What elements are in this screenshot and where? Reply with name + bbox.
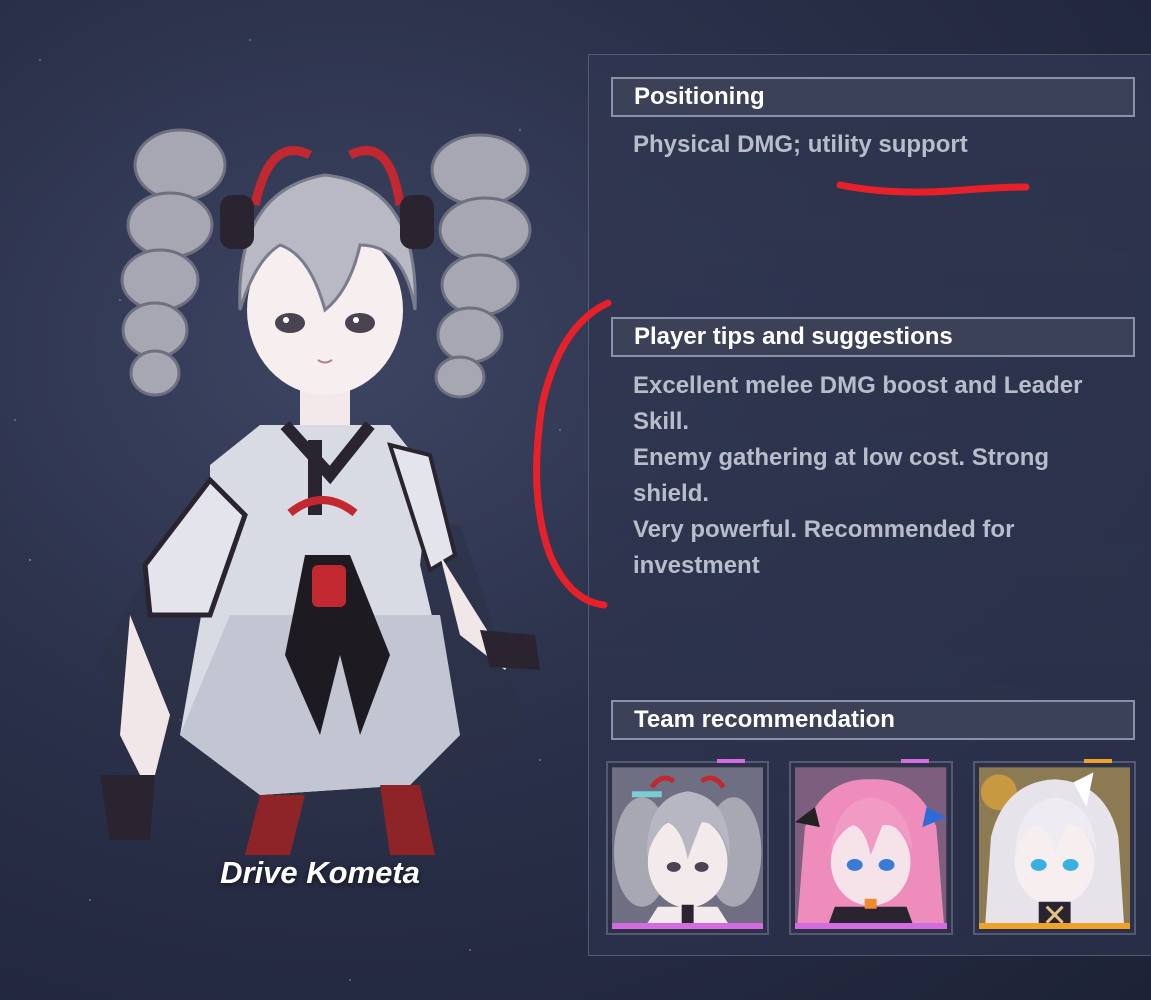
rarity-tag [717,759,746,763]
rarity-tag [900,759,929,763]
positioning-header: Positioning [611,77,1135,117]
positioning-text: Physical DMG; utility support [633,131,968,158]
positioning-header-label: Positioning [634,83,765,110]
rarity-bar [795,923,947,929]
tips-header-label: Player tips and suggestions [634,323,953,350]
rarity-bar [978,923,1130,929]
team-member-card[interactable] [789,759,953,935]
character-illustration [100,128,540,855]
rarity-tag [1083,759,1112,763]
tip-line: Excellent melee DMG boost and Leader Ski… [633,372,1083,435]
character-info-panel: Positioning Physical DMG; utility suppor… [588,54,1151,956]
team-header-label: Team recommendation [634,706,895,733]
tips-header: Player tips and suggestions [611,317,1135,357]
team-header: Team recommendation [611,700,1135,740]
white-haired-valkyrie-portrait [978,767,1130,929]
character-name: Drive Kometa [220,855,420,890]
tip-line: Enemy gathering at low cost. Strong shie… [633,444,1050,507]
team-member-card[interactable] [972,759,1136,935]
tips-text: Excellent melee DMG boost and Leader Ski… [633,368,1103,584]
tip-line: Very powerful. Recommended for investmen… [633,516,1015,579]
rarity-bar [612,923,764,929]
gray-haired-valkyrie-portrait [612,767,764,929]
team-member-card[interactable] [606,759,770,935]
pink-haired-valkyrie-portrait [795,767,947,929]
team-recommendation-list [606,759,1136,939]
